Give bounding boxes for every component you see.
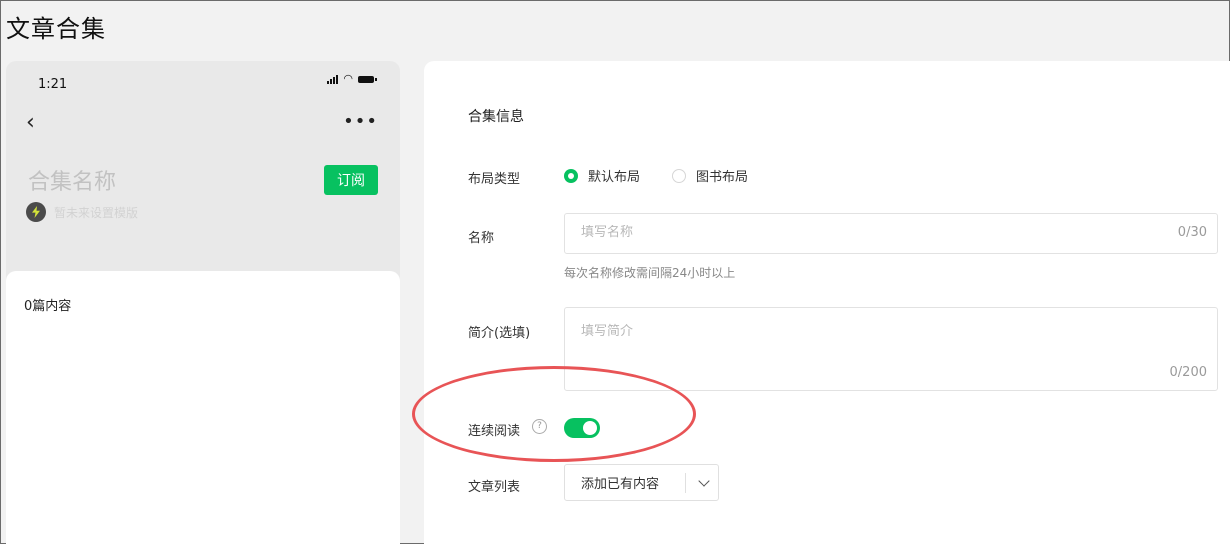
radio-label: 默认布局 [588,170,641,185]
intro-counter: 0/200 [1169,365,1207,380]
name-input[interactable] [581,225,1141,240]
collection-form-panel: 合集信息 布局类型 默认布局 图书布局 名称 0/30 每次名称修改需间隔24小… [424,61,1230,544]
section-title: 合集信息 [468,109,524,125]
status-icons: ◠ [327,72,377,85]
name-label: 名称 [468,231,495,246]
radio-unselected-icon [672,168,687,183]
name-hint: 每次名称修改需间隔24小时以上 [564,266,736,280]
continuous-reading-label: 连续阅读 [468,424,521,439]
name-field-box: 0/30 [564,213,1218,254]
help-question-icon[interactable]: ? [532,419,547,434]
chevron-down-icon [698,474,710,487]
account-row: 暂未来设置模版 [26,202,138,222]
phone-preview: 1:21 ◠ ‹ ••• 合集名称 订阅 暂未来设置模版 0篇内容 [6,61,400,544]
subscribe-button[interactable]: 订阅 [324,165,378,195]
wifi-icon: ◠ [343,72,353,85]
account-name: 暂未来设置模版 [54,205,139,220]
page-title: 文章合集 [6,15,106,43]
dropdown-divider [685,472,686,493]
status-time: 1:21 [38,77,68,92]
intro-field-box: 0/200 [564,307,1218,391]
radio-default-layout[interactable]: 默认布局 [564,166,640,185]
layout-radio-group: 默认布局 图书布局 [564,166,780,185]
dropdown-label: 添加已有内容 [581,477,660,492]
radio-book-layout[interactable]: 图书布局 [672,166,748,185]
content-count: 0篇内容 [24,299,72,314]
radio-selected-icon [564,168,578,183]
battery-icon [358,75,377,83]
article-list-label: 文章列表 [468,480,521,495]
continuous-reading-toggle[interactable] [564,418,600,438]
back-chevron-icon[interactable]: ‹ [26,111,35,135]
signal-icon [327,74,339,84]
radio-label: 图书布局 [696,170,749,185]
intro-textarea[interactable] [581,320,1141,360]
add-existing-content-dropdown[interactable]: 添加已有内容 [564,464,719,501]
intro-label: 简介(选填) [468,326,531,341]
phone-content-area: 0篇内容 [6,271,400,544]
more-dots-icon[interactable]: ••• [343,111,378,132]
collection-name-preview: 合集名称 [28,170,117,195]
name-counter: 0/30 [1177,225,1207,240]
lightning-avatar-icon [26,202,46,222]
layout-type-label: 布局类型 [468,172,521,187]
